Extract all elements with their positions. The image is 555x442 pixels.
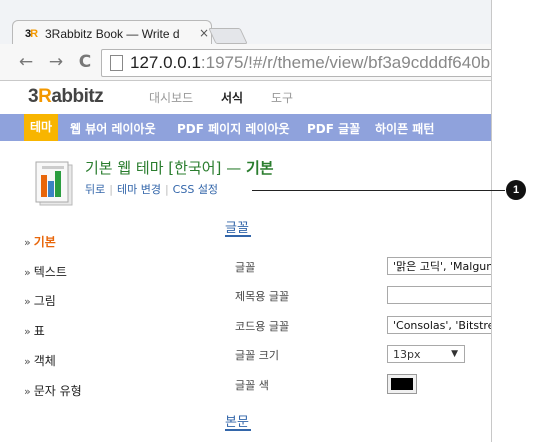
font-label: 글꼴 bbox=[235, 261, 256, 274]
browser-window: 3R 3Rabbitz Book — Write d × ← → C 127.0… bbox=[0, 0, 492, 442]
theme-subtitle: 기본 bbox=[245, 159, 274, 177]
code-font-label: 코드용 글꼴 bbox=[235, 320, 290, 333]
topnav-tools[interactable]: 도구 bbox=[271, 89, 293, 106]
url-text: 127.0.0.1:1975/!#/r/theme/view/bf3a9cddd… bbox=[130, 53, 490, 73]
url-host: 127.0.0.1 bbox=[130, 53, 201, 72]
tab-strip: 3R 3Rabbitz Book — Write d × bbox=[0, 0, 491, 47]
favicon-icon: 3R bbox=[25, 28, 38, 40]
theme-book-icon bbox=[35, 161, 73, 206]
sidenav-item-object[interactable]: » 객체 bbox=[24, 352, 56, 369]
menu-pdf-font[interactable]: PDF 글꼴 bbox=[307, 120, 360, 137]
menu-hyphen-pattern[interactable]: 하이픈 패턴 bbox=[375, 120, 434, 137]
back-arrow-icon[interactable]: ← bbox=[14, 50, 38, 74]
sub-menu-bar: 테마 웹 뷰어 레이아웃 PDF 페이지 레이아웃 PDF 글꼴 하이픈 패턴 bbox=[0, 114, 491, 141]
font-size-select[interactable]: 13px ▼ bbox=[387, 345, 465, 363]
theme-title-text: 기본 웹 테마 [한국어] bbox=[85, 159, 222, 177]
section-underline bbox=[225, 235, 251, 237]
section-heading-body: 본문 bbox=[225, 415, 249, 430]
font-size-label: 글꼴 크기 bbox=[235, 349, 279, 362]
section-heading-font: 글꼴 bbox=[225, 221, 249, 236]
theme-actions: 뒤로 | 테마 변경 | CSS 설정 bbox=[85, 183, 219, 196]
reload-icon[interactable]: C bbox=[73, 50, 97, 74]
font-color-label: 글꼴 색 bbox=[235, 379, 269, 392]
color-swatch bbox=[391, 378, 413, 390]
callout-marker: 1 bbox=[506, 180, 526, 200]
title-font-label: 제목용 글꼴 bbox=[235, 290, 290, 303]
tab-title: 3Rabbitz Book — Write d bbox=[45, 27, 180, 41]
sidenav-item-text[interactable]: » 텍스트 bbox=[24, 263, 67, 280]
callout-line bbox=[252, 190, 505, 191]
section-underline bbox=[225, 429, 251, 431]
app-header: 3Rabbitz 대시보드 서식 도구 bbox=[0, 81, 491, 114]
css-settings-link[interactable]: CSS 설정 bbox=[173, 183, 218, 196]
title-font-input[interactable] bbox=[387, 286, 491, 304]
sidenav-item-basic[interactable]: » 기본 bbox=[24, 233, 56, 250]
sidenav-item-image[interactable]: » 그림 bbox=[24, 292, 56, 309]
change-theme-link[interactable]: 테마 변경 bbox=[117, 183, 161, 196]
browser-tab[interactable]: 3R 3Rabbitz Book — Write d × bbox=[12, 20, 212, 47]
back-link[interactable]: 뒤로 bbox=[85, 183, 105, 196]
page-icon bbox=[110, 55, 123, 71]
dropdown-arrow-icon: ▼ bbox=[451, 349, 458, 359]
theme-title: 기본 웹 테마 [한국어] — 기본 bbox=[85, 159, 274, 177]
sidenav-item-table[interactable]: » 표 bbox=[24, 322, 45, 339]
menu-theme[interactable]: 테마 bbox=[24, 114, 59, 141]
browser-toolbar: ← → C 127.0.0.1:1975/!#/r/theme/view/bf3… bbox=[0, 44, 491, 81]
url-path: :1975/!#/r/theme/view/bf3a9cdddf640b bbox=[200, 53, 491, 72]
page-content: 3Rabbitz 대시보드 서식 도구 테마 웹 뷰어 레이아웃 PDF 페이지… bbox=[0, 81, 491, 442]
address-bar[interactable]: 127.0.0.1:1975/!#/r/theme/view/bf3a9cddd… bbox=[101, 49, 491, 77]
sidenav-item-char-type[interactable]: » 문자 유형 bbox=[24, 382, 82, 399]
font-color-picker[interactable] bbox=[387, 374, 417, 394]
code-font-input[interactable]: 'Consolas', 'Bitstre bbox=[387, 316, 491, 334]
menu-web-viewer-layout[interactable]: 웹 뷰어 레이아웃 bbox=[70, 120, 156, 137]
app-logo[interactable]: 3Rabbitz bbox=[28, 86, 104, 108]
topnav-format[interactable]: 서식 bbox=[221, 89, 243, 106]
menu-pdf-page-layout[interactable]: PDF 페이지 레이아웃 bbox=[177, 120, 290, 137]
forward-arrow-icon[interactable]: → bbox=[44, 50, 68, 74]
font-input[interactable]: '맑은 고딕', 'Malgun bbox=[387, 257, 491, 275]
topnav-dashboard[interactable]: 대시보드 bbox=[149, 89, 193, 106]
new-tab-button[interactable] bbox=[208, 28, 248, 44]
